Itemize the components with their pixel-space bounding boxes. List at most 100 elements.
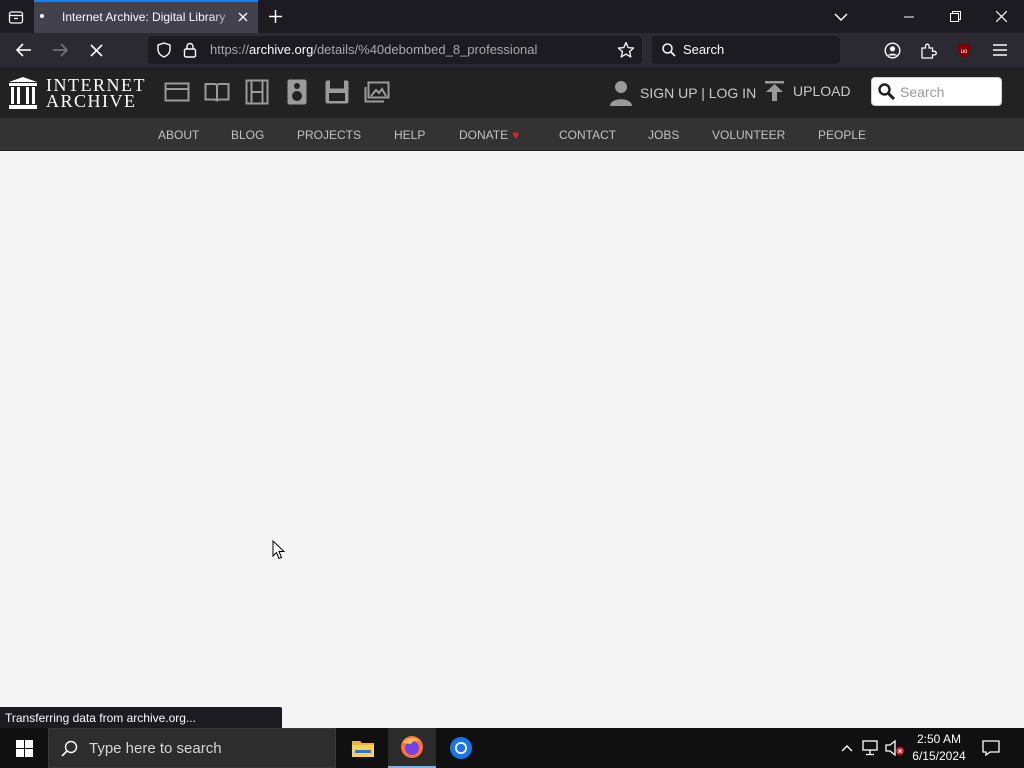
bookmark-star-icon[interactable] <box>617 41 635 59</box>
browser-tab-strip: Internet Archive: Digital Library <box>0 0 1024 33</box>
images-icon[interactable] <box>364 79 390 105</box>
system-clock[interactable]: 2:50 AM 6/15/2024 <box>905 731 973 765</box>
heart-icon: ♥ <box>512 128 520 142</box>
film-strip-icon-svg <box>245 79 269 105</box>
volume-tray-button[interactable] <box>885 738 905 758</box>
nav-about[interactable]: ABOUT <box>158 128 199 142</box>
action-center-button[interactable] <box>981 738 1001 758</box>
url-text[interactable]: https://archive.org/details/%40debombed_… <box>210 42 537 57</box>
picture-icon-svg <box>364 81 390 103</box>
nav-donate[interactable]: DONATE ♥ <box>459 128 519 142</box>
chevron-down-icon <box>834 12 848 21</box>
signup-login-link[interactable]: SIGN UP | LOG IN <box>610 80 756 106</box>
site-search-input[interactable]: Search <box>871 77 1002 106</box>
extensions-button[interactable] <box>914 37 942 63</box>
address-bar[interactable]: https://archive.org/details/%40debombed_… <box>148 36 642 64</box>
texts-icon[interactable] <box>204 79 230 105</box>
show-hidden-icons-button[interactable] <box>837 738 857 758</box>
taskbar-search-box[interactable]: Type here to search <box>48 728 336 768</box>
url-path: /details/%40debombed_8_professional <box>313 42 538 57</box>
back-button[interactable] <box>10 37 38 63</box>
close-icon <box>995 11 1007 22</box>
status-bar: Transferring data from archive.org... <box>0 707 282 728</box>
new-tab-button[interactable] <box>264 5 286 27</box>
url-scheme: https:// <box>210 42 250 57</box>
navigation-toolbar: https://archive.org/details/%40debombed_… <box>0 33 1024 67</box>
archive-building-icon <box>9 77 37 109</box>
clock-time: 2:50 AM <box>916 732 962 746</box>
film-icon[interactable] <box>244 79 270 105</box>
software-icon[interactable] <box>324 79 350 105</box>
site-header: INTERNET ARCHIVE SIGN UP | LOG IN UPLOAD… <box>0 67 1024 118</box>
active-tab[interactable]: Internet Archive: Digital Library <box>34 0 258 33</box>
tab-list-button[interactable] <box>4 5 28 29</box>
internet-archive-logo[interactable]: INTERNET ARCHIVE <box>9 76 146 110</box>
forward-button[interactable] <box>46 37 74 63</box>
plus-icon <box>268 9 282 23</box>
site-nav-bar: ABOUT BLOG PROJECTS HELP DONATE ♥ CONTACT… <box>0 118 1024 151</box>
account-icon <box>883 41 901 59</box>
nav-blog[interactable]: BLOG <box>231 128 264 142</box>
nav-volunteer[interactable]: VOLUNTEER <box>712 128 785 142</box>
upload-link[interactable]: UPLOAD <box>765 81 851 101</box>
list-all-tabs-button[interactable] <box>818 0 864 33</box>
close-window-button[interactable] <box>978 0 1024 33</box>
folder-icon <box>352 741 374 757</box>
arrow-right-icon <box>53 43 68 57</box>
network-tray-button[interactable] <box>861 738 881 758</box>
page-content-area <box>0 151 1024 728</box>
search-icon <box>878 83 895 100</box>
firefox-view-icon <box>8 11 24 24</box>
nav-jobs[interactable]: JOBS <box>648 128 679 142</box>
restore-button[interactable] <box>932 0 978 33</box>
account-button[interactable] <box>878 37 906 63</box>
windows-logo-icon <box>15 739 33 757</box>
book-icon-svg <box>204 83 230 102</box>
restore-icon <box>949 11 961 22</box>
windows-taskbar: Type here to search 2:50 AM 6/15/2024 <box>0 728 1024 768</box>
speaker-icon-svg <box>287 79 307 105</box>
search-icon <box>61 740 78 757</box>
browser-search-bar[interactable]: Search <box>652 36 840 64</box>
start-button[interactable] <box>0 728 48 768</box>
lock-icon[interactable] <box>183 42 197 58</box>
video-icon[interactable] <box>164 79 190 105</box>
firefox-taskbar-button[interactable] <box>388 728 436 768</box>
stop-icon <box>89 43 103 57</box>
logo-wordmark: INTERNET ARCHIVE <box>46 76 146 111</box>
audio-icon[interactable] <box>284 79 310 105</box>
browser-search-placeholder: Search <box>683 42 725 57</box>
taskbar-search-placeholder: Type here to search <box>89 740 222 757</box>
nav-help[interactable]: HELP <box>394 128 425 142</box>
nav-people[interactable]: PEOPLE <box>818 128 866 142</box>
app-menu-button[interactable] <box>986 37 1014 63</box>
minimize-icon <box>904 16 914 17</box>
nav-donate-label: DONATE <box>459 128 509 142</box>
firefox-icon <box>401 736 423 758</box>
upload-label: UPLOAD <box>793 83 851 99</box>
minimize-button[interactable] <box>886 0 932 33</box>
ublock-origin-button[interactable]: uo <box>950 37 978 63</box>
logo-line-archive: ARCHIVE <box>46 91 137 111</box>
file-explorer-button[interactable] <box>339 728 387 768</box>
shield-icon[interactable] <box>156 42 172 58</box>
stop-loading-button[interactable] <box>82 37 110 63</box>
chrome-taskbar-button[interactable] <box>437 728 485 768</box>
signup-login-label: SIGN UP | LOG IN <box>640 85 757 101</box>
hamburger-menu-icon <box>993 44 1007 56</box>
site-search-placeholder: Search <box>900 84 945 100</box>
close-icon <box>238 12 248 22</box>
mouse-pointer-icon <box>272 540 286 560</box>
tab-title: Internet Archive: Digital Library <box>62 10 226 24</box>
ublock-shield-icon: uo <box>957 42 971 58</box>
notification-icon <box>982 740 1000 756</box>
floppy-icon-svg <box>325 80 349 104</box>
tab-close-button[interactable] <box>234 8 252 26</box>
upload-icon <box>765 81 784 101</box>
search-icon <box>662 43 676 57</box>
arrow-left-icon <box>16 43 31 57</box>
nav-contact[interactable]: CONTACT <box>559 128 616 142</box>
user-icon <box>610 81 632 106</box>
loading-dot-icon <box>40 14 44 18</box>
nav-projects[interactable]: PROJECTS <box>297 128 361 142</box>
